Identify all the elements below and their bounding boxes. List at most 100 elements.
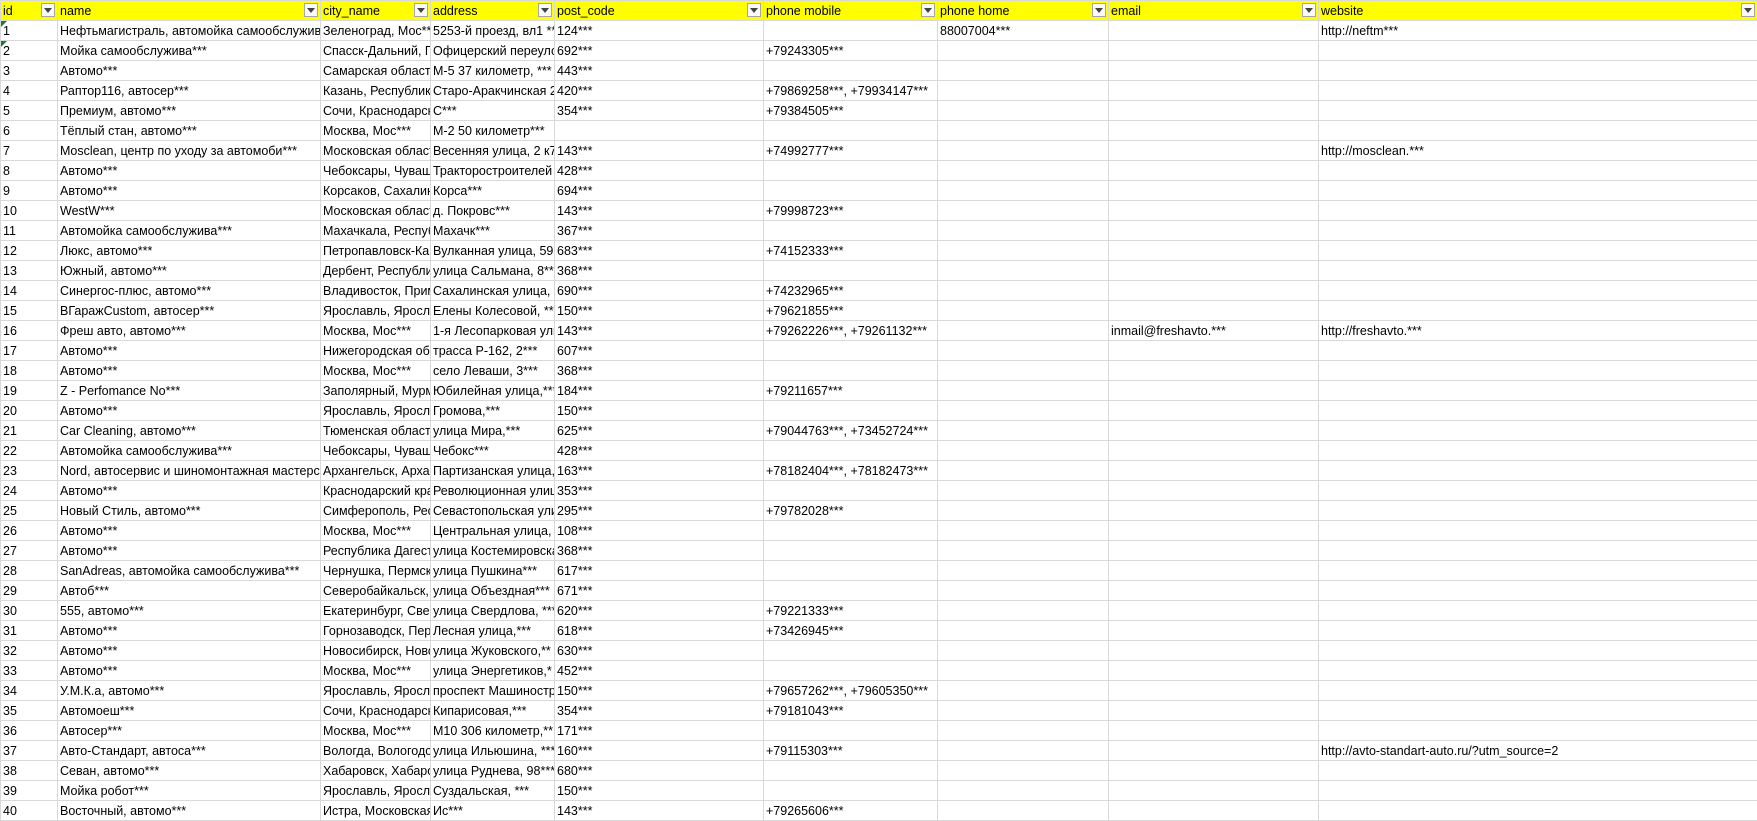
cell-post[interactable]: 607*** [554, 340, 764, 361]
cell-home[interactable] [937, 660, 1109, 681]
cell-city[interactable]: Московская област [320, 200, 431, 221]
cell-post[interactable]: 443*** [554, 60, 764, 81]
cell-city[interactable]: Москва, Мос*** [320, 720, 431, 741]
cell-id[interactable]: 16 [0, 320, 58, 341]
cell-email[interactable] [1108, 460, 1319, 481]
cell-city[interactable]: Горнозаводск, Пер [320, 620, 431, 641]
cell-website[interactable] [1318, 280, 1757, 301]
cell-mobile[interactable]: +73426945*** [763, 620, 938, 641]
cell-address[interactable]: Лесная улица,*** [430, 620, 555, 641]
cell-id[interactable]: 19 [0, 380, 58, 401]
cell-city[interactable]: Казань, Республика [320, 80, 431, 101]
cell-website[interactable] [1318, 560, 1757, 581]
cell-email[interactable] [1108, 660, 1319, 681]
cell-mobile[interactable]: +79782028*** [763, 500, 938, 521]
cell-address[interactable]: улица Руднева, 98*** [430, 760, 555, 781]
cell-home[interactable] [937, 220, 1109, 241]
cell-address[interactable]: проспект Машиностро [430, 680, 555, 701]
cell-home[interactable] [937, 180, 1109, 201]
cell-post[interactable]: 618*** [554, 620, 764, 641]
cell-website[interactable]: http://mosclean.*** [1318, 140, 1757, 161]
cell-home[interactable] [937, 340, 1109, 361]
column-header-address[interactable]: address [430, 0, 555, 21]
filter-dropdown-icon[interactable] [41, 3, 55, 17]
cell-id[interactable]: 8 [0, 160, 58, 181]
cell-id[interactable]: 9 [0, 180, 58, 201]
cell-mobile[interactable]: +79181043*** [763, 700, 938, 721]
cell-mobile[interactable] [763, 760, 938, 781]
cell-city[interactable]: Владивосток, Прим [320, 280, 431, 301]
filter-dropdown-icon[interactable] [1092, 3, 1106, 17]
cell-home[interactable] [937, 600, 1109, 621]
filter-dropdown-icon[interactable] [747, 3, 761, 17]
cell-home[interactable] [937, 100, 1109, 121]
cell-home[interactable] [937, 580, 1109, 601]
cell-address[interactable]: Сахалинская улица, 1 [430, 280, 555, 301]
cell-website[interactable] [1318, 580, 1757, 601]
cell-post[interactable]: 368*** [554, 540, 764, 561]
cell-home[interactable] [937, 740, 1109, 761]
cell-post[interactable]: 690*** [554, 280, 764, 301]
cell-address[interactable]: улица Энергетиков,* [430, 660, 555, 681]
cell-website[interactable] [1318, 500, 1757, 521]
cell-website[interactable] [1318, 120, 1757, 141]
cell-id[interactable]: 18 [0, 360, 58, 381]
column-header-home[interactable]: phone home [937, 0, 1109, 21]
cell-mobile[interactable] [763, 580, 938, 601]
cell-name[interactable]: Автомо*** [57, 540, 321, 561]
cell-website[interactable] [1318, 780, 1757, 801]
cell-id[interactable]: 3 [0, 60, 58, 81]
cell-city[interactable]: Самарская область [320, 60, 431, 81]
column-header-post[interactable]: post_code [554, 0, 764, 21]
cell-name[interactable]: Фреш авто, автомо*** [57, 320, 321, 341]
cell-id[interactable]: 28 [0, 560, 58, 581]
cell-home[interactable] [937, 240, 1109, 261]
cell-name[interactable]: Севан, автомо*** [57, 760, 321, 781]
cell-city[interactable]: Москва, Мос*** [320, 660, 431, 681]
cell-home[interactable] [937, 300, 1109, 321]
cell-post[interactable]: 671*** [554, 580, 764, 601]
cell-city[interactable]: Краснодарский кра [320, 480, 431, 501]
cell-website[interactable] [1318, 600, 1757, 621]
cell-home[interactable] [937, 440, 1109, 461]
cell-mobile[interactable] [763, 660, 938, 681]
cell-name[interactable]: Автомо*** [57, 480, 321, 501]
cell-city[interactable]: Ярославль, Яросла [320, 680, 431, 701]
cell-home[interactable] [937, 360, 1109, 381]
cell-email[interactable] [1108, 800, 1319, 821]
cell-address[interactable]: Старо-Аракчинская 2-я [430, 80, 555, 101]
cell-city[interactable]: Северобайкальск, [320, 580, 431, 601]
cell-post[interactable]: 354*** [554, 100, 764, 121]
cell-mobile[interactable]: +79221333*** [763, 600, 938, 621]
cell-id[interactable]: 10 [0, 200, 58, 221]
cell-website[interactable] [1318, 540, 1757, 561]
cell-city[interactable]: Москва, Мос*** [320, 520, 431, 541]
cell-website[interactable] [1318, 340, 1757, 361]
cell-id[interactable]: 11 [0, 220, 58, 241]
cell-city[interactable]: Нижегородская об. [320, 340, 431, 361]
cell-home[interactable] [937, 280, 1109, 301]
cell-email[interactable] [1108, 340, 1319, 361]
cell-name[interactable]: Автомо*** [57, 340, 321, 361]
cell-home[interactable] [937, 500, 1109, 521]
cell-post[interactable]: 184*** [554, 380, 764, 401]
cell-website[interactable] [1318, 620, 1757, 641]
cell-email[interactable] [1108, 540, 1319, 561]
cell-website[interactable] [1318, 660, 1757, 681]
cell-address[interactable]: Кипарисовая,*** [430, 700, 555, 721]
cell-id[interactable]: 12 [0, 240, 58, 261]
cell-mobile[interactable]: +79262226***, +79261132*** [763, 320, 938, 341]
cell-post[interactable]: 143*** [554, 800, 764, 821]
cell-email[interactable] [1108, 600, 1319, 621]
cell-post[interactable]: 354*** [554, 700, 764, 721]
cell-name[interactable]: Синергос-плюс, автомо*** [57, 280, 321, 301]
cell-home[interactable] [937, 80, 1109, 101]
cell-email[interactable] [1108, 400, 1319, 421]
cell-name[interactable]: Автомоеш*** [57, 700, 321, 721]
cell-city[interactable]: Чебоксары, Чуваш [320, 440, 431, 461]
cell-mobile[interactable]: +79998723*** [763, 200, 938, 221]
cell-website[interactable] [1318, 380, 1757, 401]
cell-city[interactable]: Спасск-Дальний, П [320, 40, 431, 61]
cell-id[interactable]: 39 [0, 780, 58, 801]
cell-email[interactable] [1108, 560, 1319, 581]
